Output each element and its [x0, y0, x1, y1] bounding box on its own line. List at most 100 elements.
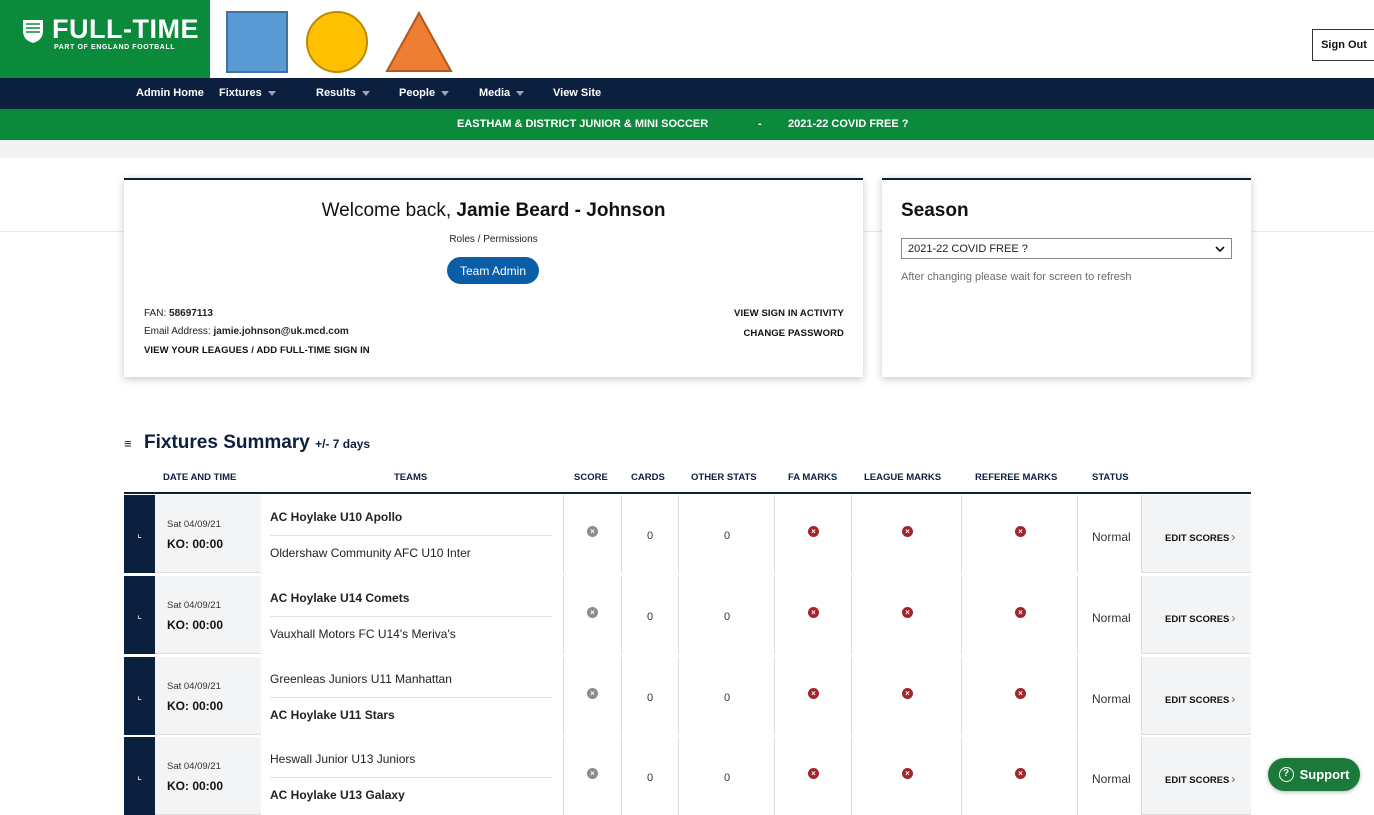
change-password-link[interactable]: CHANGE PASSWORD	[743, 328, 844, 339]
nav-view-site[interactable]: View Site	[553, 78, 601, 109]
help-icon: ?	[1278, 767, 1294, 782]
fixture-teams: AC Hoylake U10 Apollo Oldershaw Community…	[261, 495, 563, 573]
view-leagues-link[interactable]: VIEW YOUR LEAGUES / ADD FULL-TIME SIGN I…	[144, 345, 370, 356]
fixture-row: ⌞ Sat 04/09/21 KO: 00:00 AC Hoylake U10 Apo…	[124, 495, 1251, 573]
welcome-greeting: Welcome back,	[321, 200, 452, 221]
edit-scores-link[interactable]: EDIT SCORES ›	[1165, 692, 1235, 706]
expand-toggle[interactable]: ⌞	[124, 657, 155, 735]
away-team[interactable]: Vauxhall Motors FC U14's Meriva's	[270, 627, 456, 641]
nav-people[interactable]: People	[399, 78, 450, 109]
league-marks-missing-icon: ×	[902, 768, 913, 779]
expand-corner-icon: ⌞	[137, 609, 142, 621]
full-time-logo[interactable]: FULL-TIME PART OF ENGLAND FOOTBALL	[0, 0, 210, 78]
expand-toggle[interactable]: ⌞	[124, 495, 155, 573]
nav-label: Media	[479, 87, 511, 99]
home-team[interactable]: Heswall Junior U13 Juniors	[270, 752, 415, 766]
chevron-right-icon: ›	[1231, 611, 1236, 625]
sign-out-button[interactable]: Sign Out	[1312, 29, 1374, 61]
decorative-shapes	[226, 10, 453, 73]
nav-media[interactable]: Media	[479, 78, 525, 109]
col-teams: TEAMS	[394, 472, 428, 483]
edit-scores-link[interactable]: EDIT SCORES ›	[1165, 772, 1235, 786]
square-shape	[226, 11, 288, 73]
fixture-kickoff: KO: 00:00	[167, 537, 224, 551]
chevron-down-icon	[1215, 245, 1225, 252]
home-team[interactable]: Greenleas Juniors U11 Manhattan	[270, 672, 452, 686]
action-cell: EDIT SCORES ›	[1141, 737, 1251, 815]
action-cell: EDIT SCORES ›	[1141, 576, 1251, 654]
league-marks-cell: ×	[851, 657, 961, 735]
list-icon: ≡	[124, 436, 132, 451]
col-cards: CARDS	[631, 472, 665, 483]
referee-marks-cell: ×	[961, 495, 1077, 573]
referee-marks-cell: ×	[961, 737, 1077, 815]
fixture-kickoff: KO: 00:00	[167, 779, 224, 793]
season-select[interactable]: 2021-22 COVID FREE ?	[901, 238, 1232, 259]
nav-label: People	[399, 87, 436, 99]
expand-toggle[interactable]: ⌞	[124, 576, 155, 654]
fan-label: FAN:	[144, 308, 167, 319]
fixtures-table-header: DATE AND TIME TEAMS SCORE CARDS OTHER ST…	[124, 468, 1251, 494]
top-header: FULL-TIME PART OF ENGLAND FOOTBALL Sign …	[0, 0, 1374, 78]
welcome-heading: Welcome back, Jamie Beard - Johnson	[124, 200, 863, 222]
chevron-right-icon: ›	[1231, 530, 1236, 544]
league-marks-missing-icon: ×	[902, 607, 913, 618]
edit-scores-label: EDIT SCORES	[1165, 775, 1230, 786]
fixture-date: Sat 04/09/21	[167, 761, 221, 772]
season-title: Season	[901, 200, 969, 221]
cards-cell: 0	[621, 737, 678, 815]
away-team[interactable]: Oldershaw Community AFC U10 Inter	[270, 546, 471, 560]
team-admin-button[interactable]: Team Admin	[447, 257, 539, 284]
caret-down-icon	[441, 90, 450, 96]
fa-marks-cell: ×	[774, 737, 851, 815]
cards-cell: 0	[621, 657, 678, 735]
fixture-kickoff: KO: 00:00	[167, 699, 224, 713]
edit-scores-link[interactable]: EDIT SCORES ›	[1165, 530, 1235, 544]
away-team[interactable]: AC Hoylake U11 Stars	[270, 708, 395, 722]
season-card: Season 2021-22 COVID FREE ? After changi…	[882, 178, 1251, 377]
cards-count: 0	[647, 772, 654, 784]
col-referee-marks: REFEREE MARKS	[975, 472, 1058, 483]
nav-admin-home[interactable]: Admin Home	[136, 78, 204, 109]
nav-fixtures[interactable]: Fixtures	[219, 78, 276, 109]
fa-marks-cell: ×	[774, 495, 851, 573]
col-fa-marks: FA MARKS	[788, 472, 838, 483]
edit-scores-link[interactable]: EDIT SCORES ›	[1165, 611, 1235, 625]
league-bar: EASTHAM & DISTRICT JUNIOR & MINI SOCCER …	[0, 109, 1374, 140]
home-team[interactable]: AC Hoylake U10 Apollo	[270, 510, 402, 524]
referee-marks-cell: ×	[961, 576, 1077, 654]
email-label: Email Address:	[144, 326, 211, 337]
referee-marks-cell: ×	[961, 657, 1077, 735]
edit-scores-label: EDIT SCORES	[1165, 533, 1230, 544]
away-team[interactable]: AC Hoylake U13 Galaxy	[270, 788, 405, 802]
col-league-marks: LEAGUE MARKS	[864, 472, 942, 483]
action-cell: EDIT SCORES ›	[1141, 657, 1251, 735]
caret-down-icon	[361, 90, 370, 96]
expand-toggle[interactable]: ⌞	[124, 737, 155, 815]
cards-cell: 0	[621, 576, 678, 654]
fixture-teams: Heswall Junior U13 Juniors AC Hoylake U13…	[261, 737, 563, 815]
fixture-row: ⌞ Sat 04/09/21 KO: 00:00 AC Hoylake U14 Com…	[124, 576, 1251, 654]
nav-results[interactable]: Results	[316, 78, 370, 109]
status-cell: Normal	[1077, 737, 1141, 815]
other-stats-cell: 0	[678, 737, 774, 815]
referee-marks-missing-icon: ×	[1015, 607, 1026, 618]
nav-label: Admin Home	[136, 87, 204, 99]
circle-shape	[306, 11, 368, 73]
team-divider	[270, 535, 552, 536]
home-team[interactable]: AC Hoylake U14 Comets	[270, 591, 409, 605]
referee-marks-missing-icon: ×	[1015, 688, 1026, 699]
view-sign-in-activity-link[interactable]: VIEW SIGN IN ACTIVITY	[734, 308, 844, 319]
fixture-teams: Greenleas Juniors U11 Manhattan AC Hoylak…	[261, 657, 563, 735]
cards-count: 0	[647, 611, 654, 623]
sub-header-strip	[0, 140, 1374, 158]
league-marks-missing-icon: ×	[902, 688, 913, 699]
email-value: jamie.johnson@uk.mcd.com	[213, 326, 349, 337]
support-button[interactable]: ? Support	[1268, 758, 1360, 791]
welcome-card: Welcome back, Jamie Beard - Johnson Role…	[124, 178, 863, 377]
league-marks-missing-icon: ×	[902, 526, 913, 537]
caret-down-icon	[267, 90, 276, 96]
brand-name: FULL-TIME	[52, 14, 199, 44]
user-name: Jamie Beard - Johnson	[456, 200, 666, 221]
other-stats-cell: 0	[678, 576, 774, 654]
